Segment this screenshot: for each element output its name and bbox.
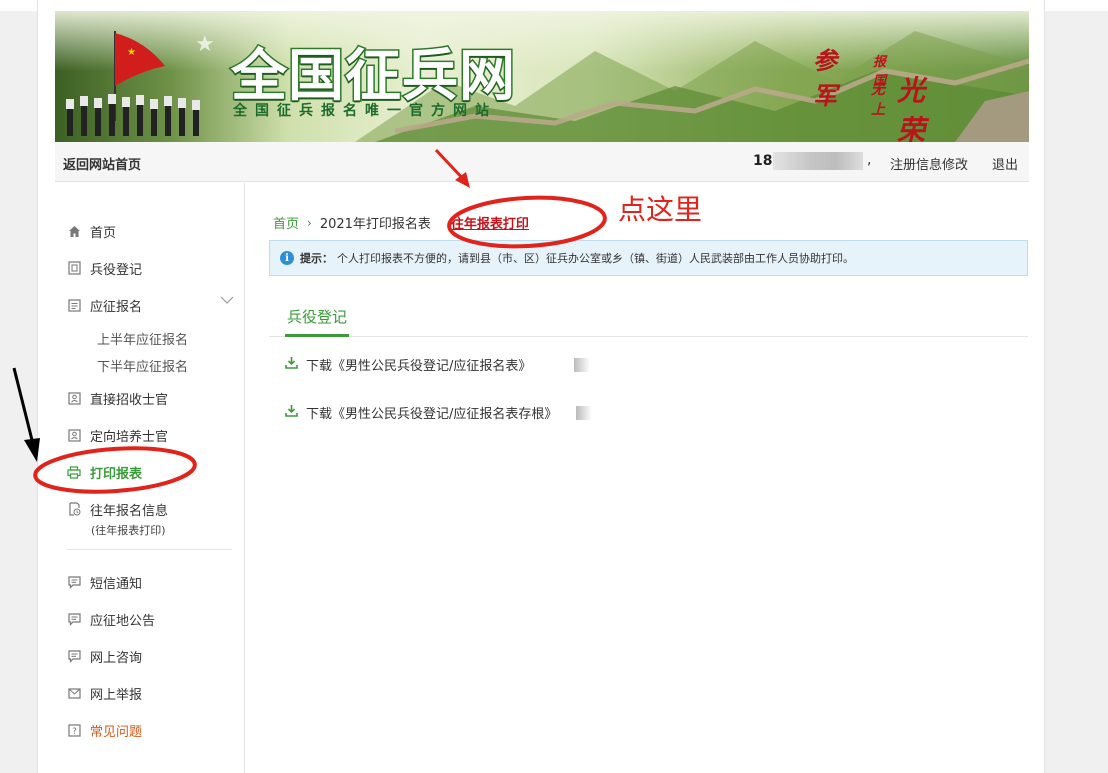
slogan-part: 无上 (871, 82, 885, 118)
sidebar-item-label: 应征地公告 (90, 613, 156, 629)
tab-military-registration[interactable]: 兵役登记 (285, 302, 350, 337)
phone-mask (773, 152, 863, 170)
sidebar-item-targeted-nco[interactable]: 定向培养士官 (67, 425, 168, 445)
sidebar-item-label: 兵役登记 (90, 262, 143, 278)
sidebar-item-home[interactable]: 首页 (67, 221, 116, 241)
text-fade (576, 406, 592, 420)
sidebar-subitem-second-half[interactable]: 下半年应征报名 (97, 356, 188, 375)
tip-banner: i 提示： 个人打印报表不方便的，请到县（市、区）征兵办公室或乡（镇、街道）人民… (269, 240, 1028, 276)
download-link-stub[interactable]: 下载《男性公民兵役登记/应征报名表存根》 (285, 403, 557, 422)
sidebar-item-label: 打印报表 (90, 466, 143, 482)
sidebar-subitem-first-half[interactable]: 上半年应征报名 (97, 329, 188, 348)
info-icon: i (280, 251, 294, 265)
sidebar-item-history[interactable]: 往年报名信息 (67, 499, 168, 519)
download-link-form[interactable]: 下载《男性公民兵役登记/应征报名表》 (285, 355, 531, 374)
slogan-part: 光荣 (897, 74, 926, 142)
tip-text: 个人打印报表不方便的，请到县（市、区）征兵办公室或乡（镇、街道）人民武装部由工作… (337, 252, 854, 265)
sidebar-item-label: 应征报名 (90, 299, 143, 315)
sidebar-item-consult[interactable]: 网上咨询 (67, 646, 142, 666)
id-card-icon (67, 428, 81, 442)
svg-text:★: ★ (195, 32, 215, 57)
sidebar-item-label: 短信通知 (90, 576, 143, 592)
svg-text:★: ★ (127, 47, 136, 58)
sidebar-item-sms[interactable]: 短信通知 (67, 572, 142, 592)
svg-text:?: ? (72, 727, 77, 737)
download-label: 下载《男性公民兵役登记/应征报名表存根》 (306, 407, 558, 422)
text-fade (574, 358, 590, 372)
tab-bar: 兵役登记 (269, 296, 1028, 337)
download-icon (285, 356, 298, 373)
question-icon: ? (67, 723, 81, 737)
top-navbar: 返回网站首页 18 , 注册信息修改 退出 (55, 142, 1029, 182)
history-icon (67, 502, 81, 516)
history-note: (往年报表打印) (91, 524, 166, 537)
message-icon (67, 612, 81, 626)
user-phone: 18 (753, 153, 773, 169)
tip-label: 提示： (300, 252, 333, 265)
printer-icon (67, 465, 81, 479)
breadcrumb-home[interactable]: 首页 (273, 213, 299, 232)
download-label: 下载《男性公民兵役登记/应征报名表》 (306, 359, 532, 374)
annotation-click-here: 点这里 (618, 193, 703, 226)
sidebar-item-register[interactable]: 兵役登记 (67, 258, 142, 278)
mail-icon (67, 686, 81, 700)
download-icon (285, 404, 298, 421)
breadcrumb-separator: › (307, 215, 312, 230)
separator: , (867, 152, 872, 168)
sidebar-item-label: 往年报名信息 (90, 503, 169, 519)
edit-profile-link[interactable]: 注册信息修改 (890, 154, 968, 173)
page-container: ★ ★ 全国征兵网 全国征兵报名唯一官方网站 参军 报国 无上 光荣 返回网站首… (37, 0, 1045, 773)
chevron-down-icon[interactable] (220, 296, 234, 304)
message-icon (67, 575, 81, 589)
breadcrumb-current: 2021年打印报名表 (319, 217, 431, 232)
sidebar-item-faq[interactable]: ? 常见问题 (67, 720, 142, 740)
sidebar-item-print-report[interactable]: 打印报表 (67, 462, 142, 482)
sidebar-item-report[interactable]: 网上举报 (67, 683, 142, 703)
sidebar-item-label: 网上咨询 (90, 650, 143, 666)
site-banner: ★ ★ 全国征兵网 全国征兵报名唯一官方网站 参军 报国 无上 光荣 (55, 11, 1029, 142)
id-card-icon (67, 391, 81, 405)
sidebar-item-label: 网上举报 (90, 687, 143, 703)
site-subtitle: 全国征兵报名唯一官方网站 (233, 103, 497, 119)
past-years-print-link[interactable]: 往年报表打印 (451, 213, 529, 232)
sidebar-item-notice[interactable]: 应征地公告 (67, 609, 155, 629)
form-icon (67, 298, 81, 312)
register-icon (67, 261, 81, 275)
sidebar-item-direct-nco[interactable]: 直接招收士官 (67, 388, 168, 408)
sidebar-divider (67, 549, 232, 550)
home-icon (67, 224, 81, 238)
logout-link[interactable]: 退出 (992, 154, 1018, 173)
sidebar-item-enlist[interactable]: 应征报名 (67, 295, 142, 315)
sidebar-item-label: 定向培养士官 (90, 429, 169, 445)
sidebar-item-label: 首页 (90, 225, 117, 241)
breadcrumb: 首页 › 2021年打印报名表 往年报表打印 (273, 213, 529, 233)
sidebar: 首页 兵役登记 应征报名 上半年应征报名 下半年应征报名 直接招收士官 定向培养… (55, 183, 245, 773)
sidebar-item-label: 直接招收士官 (90, 392, 169, 408)
slogan-part: 参军 (813, 46, 837, 110)
back-home-link[interactable]: 返回网站首页 (63, 154, 141, 173)
sidebar-item-label: 常见问题 (90, 724, 143, 740)
message-icon (67, 649, 81, 663)
